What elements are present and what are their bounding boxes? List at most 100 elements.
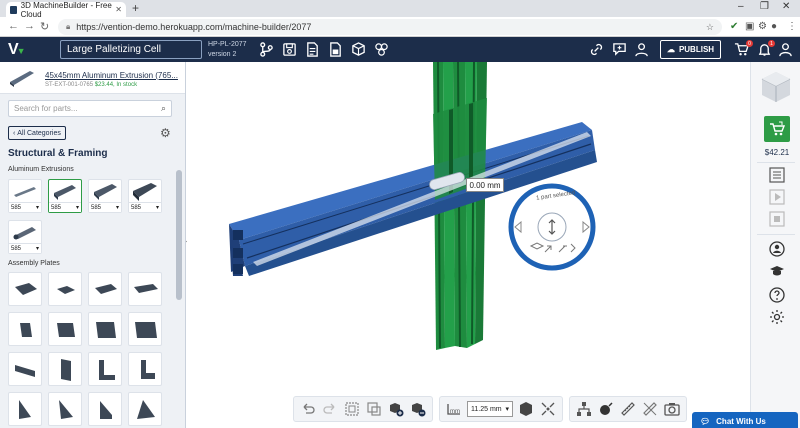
plate-tile[interactable] (128, 272, 162, 306)
search-icon[interactable]: ⌕ (161, 103, 166, 114)
grid-size-select[interactable]: 11.25 mm ▾ (467, 401, 513, 417)
plate-tile[interactable] (88, 272, 122, 306)
section-title: Structural & Framing (8, 148, 108, 159)
3d-scene[interactable] (187, 62, 750, 428)
bom-list-icon[interactable] (768, 166, 786, 184)
length-select[interactable]: 585 ▾ (9, 243, 41, 253)
extrusion-tile-4[interactable]: 585 ▾ (128, 179, 162, 213)
plate-icon (57, 286, 75, 294)
new-tab-button[interactable]: + (132, 1, 139, 15)
checkout-cart-button[interactable] (764, 116, 790, 142)
plate-tile[interactable] (128, 312, 162, 346)
plate-tile[interactable] (128, 392, 162, 426)
plate-tile[interactable] (48, 352, 82, 386)
user-guide-icon[interactable] (768, 240, 786, 258)
plate-tile[interactable] (128, 352, 162, 386)
browser-tab[interactable]: 3D MachineBuilder - Free Cloud ✕ (6, 0, 126, 19)
plate-tile[interactable] (48, 272, 82, 306)
stop-simulation-icon[interactable] (768, 210, 786, 228)
section-tool-icon[interactable] (641, 400, 659, 418)
extension-f-icon[interactable]: ▣ (745, 21, 754, 32)
search-placeholder: Search for parts... (14, 104, 78, 113)
sidebar-settings-gear-icon[interactable]: ⚙ (160, 126, 171, 140)
plate-tile[interactable] (48, 392, 82, 426)
part-search-input[interactable]: Search for parts... ⌕ (8, 100, 172, 117)
hierarchy-icon[interactable] (575, 400, 593, 418)
extrusion-tile-2[interactable]: 585 ▾ (48, 179, 82, 213)
reload-icon[interactable]: ↻ (40, 20, 49, 33)
tab-title: 3D MachineBuilder - Free Cloud (20, 0, 112, 19)
divider (757, 162, 795, 163)
remove-part-icon[interactable] (409, 400, 427, 418)
camera-icon[interactable] (663, 400, 681, 418)
edit-tool-group (293, 396, 433, 422)
back-arrow-icon[interactable]: ← (8, 20, 19, 32)
length-select[interactable]: 585 ▾ (89, 202, 121, 212)
cube-import-icon[interactable] (350, 41, 367, 58)
browser-menu-icon[interactable]: ⋮ (787, 21, 797, 32)
chat-label: Chat With Us (716, 416, 766, 426)
plate-tile[interactable] (88, 392, 122, 426)
extrusion-tile-1[interactable]: 585 ▾ (8, 179, 42, 213)
ruler-mm-icon[interactable]: mm (445, 400, 463, 418)
comment-add-icon[interactable] (611, 41, 628, 58)
length-select[interactable]: 585 ▾ (9, 202, 41, 212)
measurement-label[interactable]: 0.00 mm (466, 178, 504, 192)
link-icon[interactable] (588, 41, 605, 58)
extrusion-tile-3[interactable]: 585 ▾ (88, 179, 122, 213)
plate-tile[interactable] (88, 312, 122, 346)
plate-tile[interactable] (8, 312, 42, 346)
tab-close-icon[interactable]: ✕ (115, 5, 122, 14)
project-name-input[interactable]: Large Palletizing Cell (60, 40, 202, 59)
3d-viewport[interactable]: 0.00 mm 1 part selected (187, 62, 750, 428)
box-select-icon[interactable] (343, 400, 361, 418)
forward-arrow-icon[interactable]: → (24, 20, 35, 32)
measure-tool-icon[interactable] (619, 400, 637, 418)
redo-icon[interactable] (321, 400, 339, 418)
group-select-icon[interactable] (365, 400, 383, 418)
selected-part-sub: ST-EXT-001-0765 $23.44, In stock (45, 82, 137, 88)
extension-puzzle-icon[interactable]: ⚙ (758, 21, 767, 32)
plate-tile[interactable] (88, 352, 122, 386)
academy-icon[interactable] (768, 262, 786, 280)
document-icon[interactable] (304, 41, 321, 58)
branch-icon[interactable] (258, 41, 275, 58)
publish-button[interactable]: ☁ PUBLISH (660, 40, 721, 59)
play-simulation-icon[interactable] (768, 188, 786, 206)
url-field[interactable]: 🔒︎ https://vention-demo.herokuapp.com/ma… (58, 19, 722, 35)
all-categories-button[interactable]: ‹ All Categories (8, 126, 66, 140)
selected-part-name[interactable]: 45x45mm Aluminum Extrusion (765... (45, 71, 178, 80)
vention-logo[interactable]: V▼ (8, 41, 26, 59)
plate-tile[interactable] (8, 352, 42, 386)
fastener-icon[interactable] (597, 400, 615, 418)
cad-export-icon[interactable] (327, 41, 344, 58)
assembly-icon[interactable] (373, 41, 390, 58)
settings-gear-icon[interactable] (768, 308, 786, 326)
maximize-button[interactable]: ❐ (760, 1, 769, 12)
window-close-button[interactable]: ✕ (782, 1, 790, 12)
snap-cube-icon[interactable] (517, 400, 535, 418)
plate-tile[interactable] (8, 272, 42, 306)
view-cube-icon[interactable] (759, 70, 793, 104)
snap-points-icon[interactable] (539, 400, 557, 418)
chat-with-us-button[interactable]: 💬︎ Chat With Us (692, 412, 798, 428)
plate-tile[interactable] (48, 312, 82, 346)
plate-tile[interactable] (8, 392, 42, 426)
right-panel: $42.21 (750, 62, 800, 428)
user-add-icon[interactable] (634, 41, 651, 58)
sidebar-scrollbar[interactable] (176, 170, 182, 300)
extension-check-icon[interactable]: ✔ (730, 21, 738, 32)
bookmark-star-icon[interactable]: ☆ (706, 22, 714, 33)
length-select[interactable]: 585 ▾ (129, 202, 161, 212)
minimize-button[interactable]: – (738, 1, 744, 12)
account-icon[interactable] (777, 41, 794, 58)
length-select[interactable]: 585 ▾ (49, 202, 81, 212)
save-icon[interactable] (281, 41, 298, 58)
undo-icon[interactable] (299, 400, 317, 418)
help-icon[interactable] (768, 286, 786, 304)
extrusion-tile-5[interactable]: 585 ▾ (8, 220, 42, 254)
app-header: V▼ Large Palletizing Cell HP-PL-2077 ver… (0, 37, 800, 62)
add-part-icon[interactable] (387, 400, 405, 418)
url-text: https://vention-demo.herokuapp.com/machi… (76, 22, 312, 32)
profile-avatar-icon[interactable]: ● (771, 21, 777, 32)
